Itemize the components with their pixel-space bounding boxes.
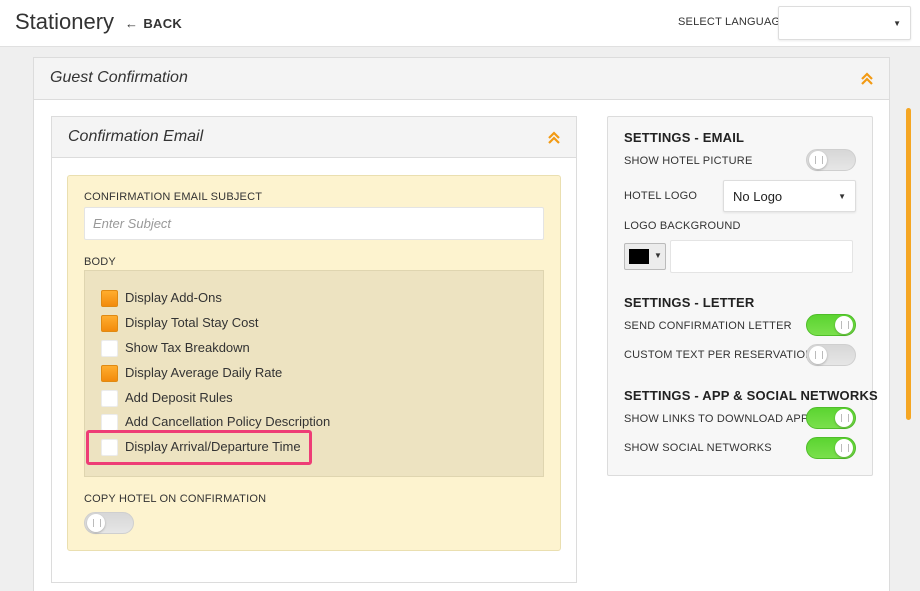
option-label: Show Tax Breakdown: [125, 340, 250, 355]
show-links-toggle[interactable]: [806, 407, 856, 429]
send-confirmation-letter-label: SEND CONFIRMATION LETTER: [624, 320, 792, 332]
option-label: Add Deposit Rules: [125, 390, 233, 405]
show-hotel-picture-toggle[interactable]: [806, 149, 856, 171]
subject-label: CONFIRMATION EMAIL SUBJECT: [84, 191, 263, 203]
settings-app-heading: SETTINGS - APP & SOCIAL NETWORKS: [624, 388, 878, 403]
toggle-knob: [835, 409, 853, 427]
option-label: Add Cancellation Policy Description: [125, 414, 331, 429]
page-title: Stationery: [15, 9, 115, 34]
checkbox[interactable]: [101, 414, 118, 431]
settings-letter-heading: SETTINGS - LETTER: [624, 295, 755, 310]
option-label: Display Average Daily Rate: [125, 365, 283, 380]
confirmation-email-header[interactable]: Confirmation Email: [52, 117, 576, 158]
logo-background-input[interactable]: [670, 240, 853, 273]
checkbox[interactable]: [101, 340, 118, 357]
toggle-knob: [809, 346, 827, 364]
checkbox[interactable]: [101, 390, 118, 407]
copy-hotel-label: COPY HOTEL ON CONFIRMATION: [84, 493, 267, 505]
option-label: Display Add-Ons: [125, 290, 222, 305]
caret-down-icon: ▼: [838, 192, 846, 201]
toggle-knob: [835, 439, 853, 457]
logo-background-color-picker[interactable]: ▼: [624, 243, 666, 270]
top-bar: Stationery ← BACK SELECT LANGUAGE ▼: [0, 0, 920, 47]
double-chevron-up-icon[interactable]: [547, 131, 561, 145]
show-social-networks-label: SHOW SOCIAL NETWORKS: [624, 442, 772, 454]
toggle-knob: [835, 316, 853, 334]
guest-confirmation-header[interactable]: Guest Confirmation: [34, 58, 889, 100]
hotel-logo-label: HOTEL LOGO: [624, 190, 698, 202]
body-label: BODY: [84, 256, 116, 268]
show-social-networks-toggle[interactable]: [806, 437, 856, 459]
arrow-left-icon: ←: [125, 16, 139, 31]
color-swatch: [629, 249, 649, 264]
caret-down-icon: ▼: [893, 19, 901, 28]
toggle-knob: [87, 514, 105, 532]
checkbox[interactable]: [101, 315, 118, 332]
back-label: BACK: [143, 16, 183, 31]
option-label: Display Total Stay Cost: [125, 315, 259, 330]
copy-hotel-toggle[interactable]: [84, 512, 134, 534]
hotel-logo-value: No Logo: [733, 189, 783, 204]
double-chevron-up-icon[interactable]: [860, 72, 874, 86]
hotel-logo-select[interactable]: No Logo ▼: [723, 180, 856, 212]
caret-down-icon: ▼: [654, 251, 662, 260]
checkbox[interactable]: [101, 365, 118, 382]
select-language-label: SELECT LANGUAGE: [678, 16, 788, 28]
show-links-label: SHOW LINKS TO DOWNLOAD APP: [624, 413, 809, 425]
custom-text-toggle[interactable]: [806, 344, 856, 366]
send-confirmation-letter-toggle[interactable]: [806, 314, 856, 336]
subject-input[interactable]: [84, 207, 544, 240]
confirmation-email-title: Confirmation Email: [68, 128, 204, 145]
logo-background-label: LOGO BACKGROUND: [624, 220, 741, 232]
highlight-annotation: [86, 430, 312, 465]
custom-text-label: CUSTOM TEXT PER RESERVATION: [624, 349, 814, 361]
show-hotel-picture-label: SHOW HOTEL PICTURE: [624, 155, 753, 167]
settings-email-heading: SETTINGS - EMAIL: [624, 130, 745, 145]
scrollbar[interactable]: [906, 108, 911, 420]
toggle-knob: [809, 151, 827, 169]
back-button[interactable]: ← BACK: [125, 16, 182, 31]
language-select[interactable]: ▼: [778, 6, 911, 40]
guest-confirmation-title: Guest Confirmation: [50, 69, 188, 86]
checkbox[interactable]: [101, 290, 118, 307]
